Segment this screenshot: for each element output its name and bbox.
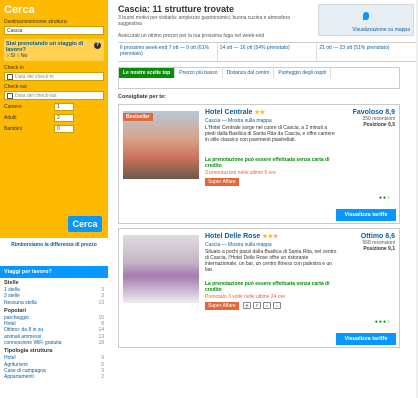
search-box: Cerca Destinazione/nome struttura: Casci… <box>0 0 108 238</box>
calendar-icon <box>7 92 13 99</box>
sidebar: Cerca Destinazione/nome struttura: Casci… <box>0 0 108 398</box>
bestseller-badge: Bestseller <box>123 113 153 121</box>
hotel-name-text[interactable]: Hotel Delle Rose <box>205 233 260 240</box>
view-rates-button[interactable]: Visualizza tariffe <box>336 209 396 221</box>
rating-dots-icon: ●●●○ <box>374 319 391 325</box>
filter-type-title: Tipologia struttura <box>4 348 53 355</box>
checkin-placeholder: Data del check-in <box>15 73 54 80</box>
filter-label: Appartamenti <box>4 374 34 381</box>
location-score: Posizione 9,1 <box>363 246 395 252</box>
hotel-card: Hotel Delle Rose ★★★ Cascia — Mostra sul… <box>118 228 400 348</box>
location-score: Posizione 9,5 <box>363 122 395 128</box>
weekend-option[interactable]: Il prossimo week-end 7 ott — 9 ott (61% … <box>118 43 218 61</box>
hotel-description: L'Hotel Centrale sorge nel cuore di Casc… <box>205 125 335 143</box>
map-pin-icon <box>363 12 369 20</box>
map-thumbnail[interactable]: Visualizzazione su mappa <box>318 4 414 36</box>
filter-header[interactable]: Viaggi per lavoro? <box>0 266 108 278</box>
booking-activity-note: Prenotato 3 volte nelle ultime 24 ore <box>205 294 286 300</box>
sort-bar: Le nostre scelte top Prezzo più basso Di… <box>118 67 400 89</box>
children-select[interactable]: 0 <box>54 125 74 133</box>
destination-input[interactable]: Cascia <box>4 26 104 35</box>
view-rates-button[interactable]: Visualizza tariffe <box>336 333 396 345</box>
children-row: Bambini 0 <box>4 125 74 133</box>
checkout-label: Check-out <box>4 84 27 90</box>
hotel-description: Situato a pochi passi dalla Basilica di … <box>205 249 337 273</box>
star-rating-icon: ★★★ <box>262 234 279 240</box>
business-travel-text: Stai prenotando un viaggio di lavoro? <box>6 41 84 53</box>
filter-label: Nessuna stella <box>4 299 37 306</box>
sort-tab-score[interactable]: Punteggio degli ospiti <box>274 68 331 78</box>
filter-count: 18 <box>98 340 104 347</box>
map-link[interactable]: Visualizzazione su mappa <box>352 27 410 33</box>
filter-popular-title: Popolari <box>4 307 27 314</box>
filter-stars: Stelle 1 stella 3 3 stelle 3 Nessuna stell… <box>0 278 108 306</box>
destination-label: Destinazione/nome struttura: <box>4 19 68 25</box>
amenity-icons: ☕ P ≈ • <box>243 302 281 309</box>
weekend-bar: Il prossimo week-end 7 ott — 9 ott (61% … <box>118 42 416 62</box>
filter-type: Tipologia struttura Hotel 9 Agriturismi 6 … <box>0 346 108 380</box>
rooms-select[interactable]: 1 <box>54 103 74 111</box>
parking-icon: P <box>253 302 261 309</box>
wifi-icon: ≈ <box>263 302 271 309</box>
rooms-label: Camere <box>4 104 22 110</box>
rooms-row: Camere 1 <box>4 103 74 111</box>
star-rating-icon: ★★ <box>254 110 266 116</box>
help-icon[interactable]: ? <box>94 42 101 49</box>
hotel-location-link[interactable]: Cascia — Mostra sulla mappa <box>205 242 272 248</box>
checkin-label: Check-in <box>4 65 24 71</box>
hotel-photo[interactable] <box>123 111 199 179</box>
sort-tab-top[interactable]: Le nostre scelte top <box>119 68 176 78</box>
review-score[interactable]: Ottimo 8,6 568 recensioni Posizione 9,1 <box>361 233 395 252</box>
radio-yes-icon[interactable]: ○ <box>6 53 9 59</box>
radio-no-icon[interactable]: ○ <box>17 53 20 59</box>
page-subtitle: 3 buoni motivi per visitarla: ampiezze g… <box>118 15 291 27</box>
pet-icon: • <box>273 302 281 309</box>
price-match-text: Rimborsiamo la differenza di prezzo <box>11 242 97 248</box>
adults-row: Adulti 2 <box>4 114 74 122</box>
filter-count: 2 <box>101 374 104 381</box>
booking-activity-note: 3 prenotazioni nelle ultime 6 ore <box>205 170 276 176</box>
hotel-name[interactable]: Hotel Delle Rose ★★★ <box>205 233 278 240</box>
breakfast-icon: ☕ <box>243 302 251 309</box>
children-label: Bambini <box>4 126 23 132</box>
sort-tab-distance[interactable]: Distanza dal centro <box>223 68 275 78</box>
no-card-note: La prenotazione può essere effettuata se… <box>205 281 330 293</box>
super-deal-badge: Super Affare <box>205 178 239 186</box>
weekend-promo-text: Assicurati un ottimo prezzo per la tua p… <box>118 33 265 39</box>
calendar-icon <box>7 73 13 80</box>
filter-label: connessione WiFi gratuita <box>4 340 62 347</box>
sort-tab-price[interactable]: Prezzo più basso <box>175 68 223 78</box>
weekend-option[interactable]: 21 ott — 23 ott (51% prenotato) <box>317 43 416 61</box>
filter-count: 13 <box>98 299 104 306</box>
radio-yes-label[interactable]: Sì <box>10 53 15 59</box>
adults-label: Adulti <box>4 115 17 121</box>
checkout-field[interactable]: Data del check-out <box>4 91 104 100</box>
checkout-placeholder: Data del check-out <box>15 92 57 99</box>
adults-select[interactable]: 2 <box>54 114 74 122</box>
no-card-note: La prenotazione può essere effettuata se… <box>205 157 330 169</box>
weekend-option[interactable]: 14 ott — 16 ott (54% prenotato) <box>218 43 318 61</box>
hotel-location-link[interactable]: Cascia — Mostra sulla mappa <box>205 118 272 124</box>
review-score[interactable]: Favoloso 8,9 250 recensioni Posizione 9,… <box>353 109 395 128</box>
radio-no-label[interactable]: No <box>21 53 27 59</box>
filter-popular: Popolari parcheggio 10 Hotel 8 Ottimo: da … <box>0 306 108 346</box>
filter-row[interactable]: Appartamenti 2 <box>4 374 104 380</box>
rating-dots-icon: ●●○ <box>378 195 391 201</box>
review-score-word: Favoloso 8,9 <box>352 109 395 116</box>
hotel-card: Bestseller Hotel Centrale ★★ Cascia — Mo… <box>118 104 400 224</box>
hotel-name[interactable]: Hotel Centrale ★★ <box>205 109 265 116</box>
review-score-word: Ottimo 8,6 <box>360 233 395 240</box>
search-button[interactable]: Cerca <box>68 216 102 232</box>
travel-radio-row: ○ Sì ○ No <box>6 53 102 59</box>
super-deal-badge: Super Affare <box>205 302 239 310</box>
results-main: Cascia: 11 strutture trovate 3 buoni mot… <box>118 0 416 348</box>
hotel-name-text[interactable]: Hotel Centrale <box>205 109 252 116</box>
filter-stars-title: Stelle <box>4 280 19 286</box>
checkin-field[interactable]: Data del check-in <box>4 72 104 81</box>
business-travel-question: Stai prenotando un viaggio di lavoro? ? … <box>4 39 104 61</box>
price-match-box[interactable]: Rimborsiamo la differenza di prezzo <box>0 238 108 266</box>
recommended-label: Consigliate per te: <box>118 94 166 100</box>
search-title: Cerca <box>4 4 35 16</box>
hotel-photo[interactable] <box>123 235 199 303</box>
